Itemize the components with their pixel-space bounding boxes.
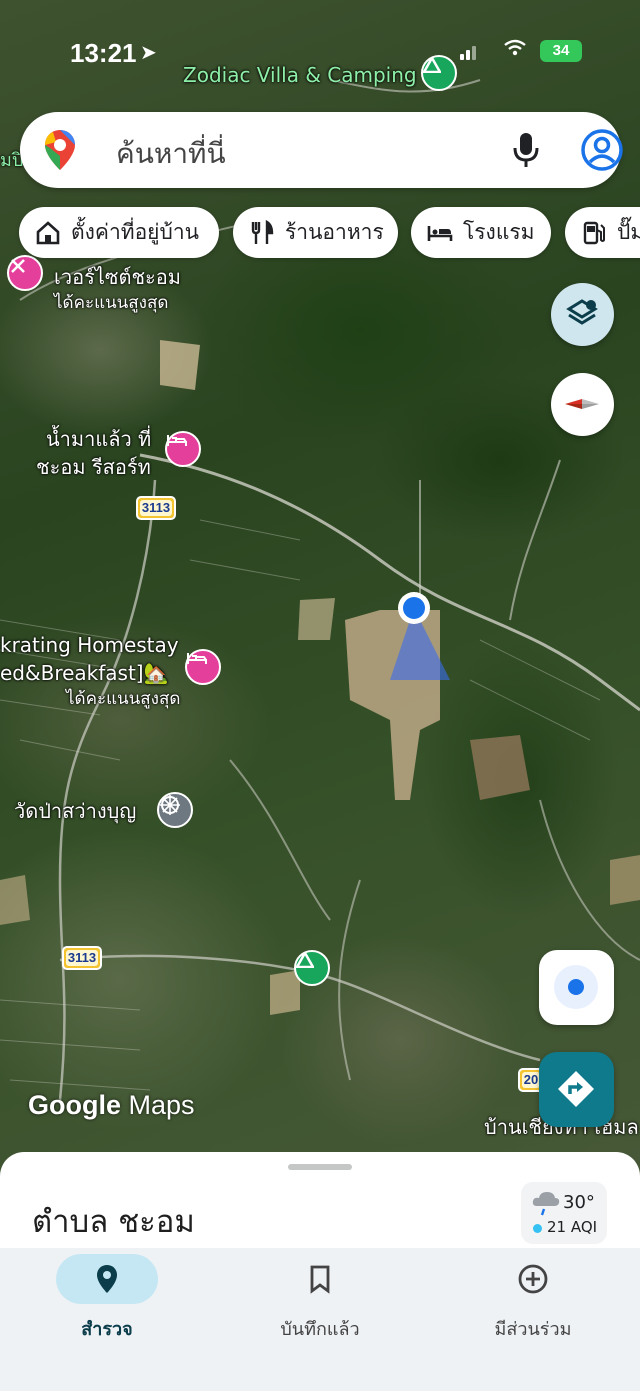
homestay-label-line2[interactable]: ed&Breakfast]🏡 — [0, 660, 169, 686]
bottom-sheet[interactable]: ตำบล ชะอม 30° 21 AQI — [0, 1152, 640, 1262]
category-chips: ตั้งค่าที่อยู่บ้าน ร้านอาหาร โรงแรม ปั๊ม — [0, 207, 640, 259]
aqi-dot — [533, 1224, 542, 1233]
status-bar: 13:21 ➤ 34 — [0, 0, 640, 100]
chip-gas[interactable]: ปั๊ม — [565, 207, 640, 258]
status-time: 13:21 — [70, 38, 137, 68]
aqi-value: 21 AQI — [547, 1218, 598, 1236]
battery-indicator: 34 — [540, 40, 582, 62]
hotel-icon — [427, 225, 453, 241]
google-maps-logo: Google Maps — [28, 1090, 195, 1120]
bookmark-icon — [310, 1265, 330, 1294]
chip-set-home[interactable]: ตั้งค่าที่อยู่บ้าน — [19, 207, 219, 258]
my-location-icon — [554, 965, 598, 1009]
chip-restaurants[interactable]: ร้านอาหาร — [233, 207, 398, 258]
chip-hotels[interactable]: โรงแรม — [411, 207, 551, 258]
nav-explore[interactable]: สำรวจ — [12, 1248, 212, 1348]
temple-wheel-icon[interactable] — [157, 792, 193, 828]
wifi-icon — [504, 38, 526, 62]
search-bar[interactable]: ค้นหาที่นี่ — [20, 112, 624, 188]
layers-button[interactable] — [551, 283, 614, 346]
nav-label: มีส่วนร่วม — [494, 1319, 572, 1340]
cloud-rain-icon — [532, 1192, 560, 1216]
compass-icon — [565, 399, 599, 409]
chip-label: โรงแรม — [463, 220, 535, 244]
add-circle-icon — [518, 1264, 548, 1294]
gas-station-icon — [583, 221, 605, 244]
chip-label: ตั้งค่าที่อยู่บ้าน — [71, 220, 199, 244]
nav-label: สำรวจ — [81, 1319, 133, 1340]
temperature: 30° — [563, 1192, 595, 1213]
weather-card[interactable]: 30° 21 AQI — [521, 1182, 607, 1244]
campsite-icon[interactable] — [294, 950, 330, 986]
compass-button[interactable] — [551, 373, 614, 436]
directions-button[interactable] — [539, 1052, 614, 1127]
nav-contribute[interactable]: มีส่วนร่วม — [438, 1248, 638, 1348]
nav-saved[interactable]: บันทึกแล้ว — [225, 1248, 425, 1348]
home-icon — [36, 220, 60, 244]
sheet-drag-handle[interactable] — [288, 1164, 352, 1170]
resort-label-line2[interactable]: ชะอม รีสอร์ท — [36, 454, 151, 480]
explore-pin-icon — [97, 1265, 117, 1293]
road-shield-3113-bottom: 3113 — [62, 946, 102, 970]
microphone-icon[interactable] — [510, 130, 542, 170]
viewpoint-icon[interactable] — [7, 255, 43, 291]
temple-label[interactable]: วัดป่าสว่างบุญ — [14, 798, 136, 824]
homestay-rating-label: ได้คะแนนสูงสุด — [66, 689, 181, 709]
layers-icon — [566, 299, 598, 325]
location-arrow-icon: ➤ — [140, 40, 157, 64]
chip-label: ร้านอาหาร — [285, 220, 384, 244]
road-shield-3113-top: 3113 — [136, 496, 176, 520]
viewpoint-label[interactable]: เวอร์ไซต์ชะอม — [54, 264, 181, 290]
viewpoint-rating-label: ได้คะแนนสูงสุด — [54, 293, 169, 313]
resort-label-line1[interactable]: น้ำมาแล้ว ที่ — [46, 426, 151, 452]
cellular-signal-icon — [460, 44, 480, 60]
restaurant-icon — [251, 219, 274, 244]
hotel-pin-icon[interactable] — [165, 431, 201, 467]
homestay-label-line1[interactable]: krating Homestay — [0, 632, 179, 658]
my-location-button[interactable] — [539, 950, 614, 1025]
search-placeholder[interactable]: ค้นหาที่นี่ — [116, 132, 226, 176]
homestay-pin-icon[interactable] — [185, 649, 221, 685]
bottom-navigation: สำรวจ บันทึกแล้ว มีส่วนร่วม — [0, 1248, 640, 1391]
chip-label: ปั๊ม — [617, 220, 640, 244]
directions-icon — [558, 1071, 594, 1107]
area-title: ตำบล ชะอม — [32, 1204, 195, 1240]
google-maps-pin-icon — [45, 130, 75, 170]
nav-label: บันทึกแล้ว — [280, 1319, 360, 1340]
account-icon[interactable] — [580, 128, 624, 172]
